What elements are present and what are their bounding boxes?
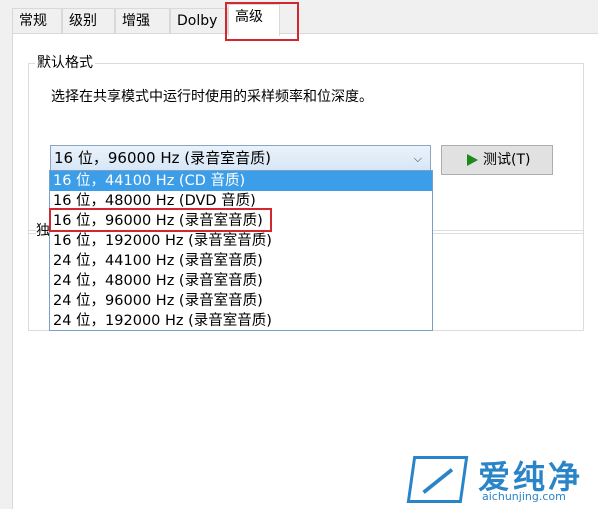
format-select-value: 16 位，96000 Hz (录音室音质) bbox=[54, 149, 271, 167]
format-option[interactable]: 16 位，96000 Hz (录音室音质) bbox=[50, 211, 432, 231]
exclusive-mode-label: 独 bbox=[36, 220, 50, 240]
format-option[interactable]: 16 位，44100 Hz (CD 音质) bbox=[50, 171, 432, 191]
format-option[interactable]: 24 位，192000 Hz (录音室音质) bbox=[50, 311, 432, 331]
tab-general[interactable]: 常规 bbox=[12, 8, 62, 34]
tab-bar: 常规 级别 增强 Dolby 高级 bbox=[0, 0, 598, 36]
tab-dolby[interactable]: Dolby bbox=[170, 8, 228, 34]
default-format-description: 选择在共享模式中运行时使用的采样频率和位深度。 bbox=[51, 89, 373, 105]
format-option[interactable]: 16 位，192000 Hz (录音室音质) bbox=[50, 231, 432, 251]
format-dropdown-list: 16 位，44100 Hz (CD 音质) 16 位，48000 Hz (DVD… bbox=[49, 170, 433, 331]
format-option[interactable]: 16 位，48000 Hz (DVD 音质) bbox=[50, 191, 432, 211]
format-option[interactable]: 24 位，48000 Hz (录音室音质) bbox=[50, 271, 432, 291]
logo-icon bbox=[406, 456, 469, 503]
tab-enhancements[interactable]: 增强 bbox=[115, 8, 170, 34]
format-select[interactable]: 16 位，96000 Hz (录音室音质) ⌵ bbox=[50, 145, 431, 172]
watermark-logo: 爱纯净 aichunjing.com bbox=[402, 450, 592, 506]
chevron-down-icon: ⌵ bbox=[413, 152, 422, 165]
test-button-label: 测试(T) bbox=[483, 152, 531, 168]
test-button[interactable]: 测试(T) bbox=[441, 145, 553, 175]
format-option[interactable]: 24 位，96000 Hz (录音室音质) bbox=[50, 291, 432, 311]
play-icon bbox=[467, 154, 478, 166]
tab-advanced[interactable]: 高级 bbox=[228, 4, 280, 36]
default-format-label: 默认格式 bbox=[35, 55, 95, 71]
tab-levels[interactable]: 级别 bbox=[62, 8, 115, 34]
watermark-url: aichunjing.com bbox=[482, 490, 566, 503]
format-option[interactable]: 24 位，44100 Hz (录音室音质) bbox=[50, 251, 432, 271]
